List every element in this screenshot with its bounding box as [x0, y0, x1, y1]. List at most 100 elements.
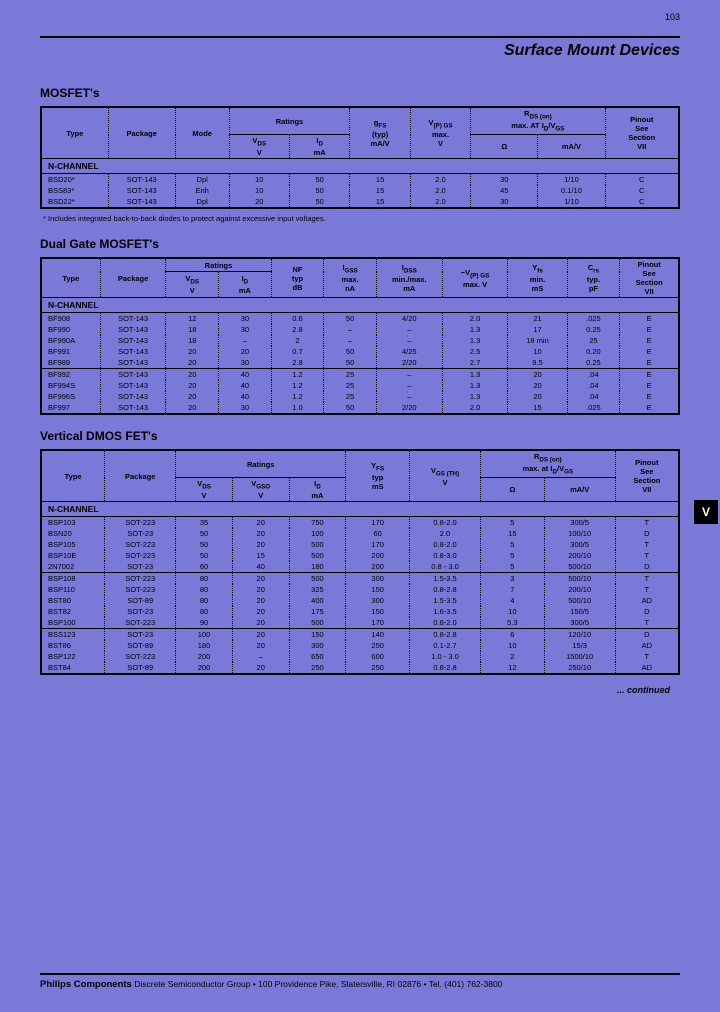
cell: E: [620, 380, 679, 391]
cell: 21: [508, 313, 567, 325]
cell: 20: [219, 346, 272, 357]
h-vds: VDSV: [166, 272, 219, 298]
cell: 0.1-2.7: [410, 640, 481, 651]
table-row: BST80SOT-8980204003001.5-3.54500/10AD: [41, 595, 679, 606]
cell: T: [615, 617, 679, 629]
cell: SOT-143: [100, 369, 166, 381]
cell: 2/20: [376, 402, 442, 414]
table-row: BSS83*SOT-143Enh1050152.0450.1/10C: [41, 185, 679, 196]
h-pinout: PinoutSeeSectionVII: [620, 258, 679, 298]
cell: BF990A: [41, 335, 100, 346]
cell: 170: [346, 539, 410, 550]
cell: E: [620, 346, 679, 357]
cell: 20: [166, 391, 219, 402]
cell: BSP103: [41, 517, 105, 529]
cell: D: [615, 606, 679, 617]
cell: 200/10: [544, 550, 615, 561]
cell: 5: [480, 561, 544, 573]
cell: 35: [176, 517, 233, 529]
cell: BSN20: [41, 528, 105, 539]
cell: 30: [219, 313, 272, 325]
cell: –: [376, 380, 442, 391]
cell: 45: [471, 185, 538, 196]
cell: 500: [289, 539, 346, 550]
mosfet-rows: BSD20*SOT-143Dpl1050152.0301/10CBSS83*SO…: [41, 174, 679, 209]
cell: 40: [219, 369, 272, 381]
table-row: BSN20SOT-235020100602.015100/10D: [41, 528, 679, 539]
cell: 1.3: [442, 335, 508, 346]
h-nf: NFtypdB: [271, 258, 324, 298]
table-row: BSP108SOT-22380205003001.5-3.53500/10T: [41, 573, 679, 585]
table-row: BSS123SOT-23100201501400.8-2.86120/10D: [41, 629, 679, 641]
cell: SOT-223: [105, 517, 176, 529]
cell: 100: [176, 629, 233, 641]
cell: SOT-143: [100, 324, 166, 335]
cell: 10: [508, 346, 567, 357]
cell: 2: [271, 335, 324, 346]
cell: 4/20: [376, 313, 442, 325]
cell: 20: [166, 402, 219, 414]
cell: 7: [480, 584, 544, 595]
cell: 250: [346, 662, 410, 674]
table-row: BF908SOT-14312300.6504/202.021.025E: [41, 313, 679, 325]
cell: C: [605, 174, 679, 186]
h-rds: RDS (on)max. AT ID/VGS: [471, 107, 605, 135]
table-row: BF992SOT-14320401.225–1.320.04E: [41, 369, 679, 381]
cell: SOT-143: [108, 196, 175, 208]
cell: 0.25: [567, 324, 620, 335]
cell: 200: [176, 662, 233, 674]
h-id: IDmA: [219, 272, 272, 298]
cell: 18: [166, 324, 219, 335]
cell: T: [615, 550, 679, 561]
cell: 250/10: [544, 662, 615, 674]
h-ohm: Ω: [480, 478, 544, 502]
cell: SOT-89: [105, 640, 176, 651]
cell: 6: [480, 629, 544, 641]
cell: 80: [176, 606, 233, 617]
cell: Enh: [175, 185, 229, 196]
cell: SOT-223: [105, 651, 176, 662]
footer-company: Philips Components: [40, 979, 132, 990]
cell: SOT-143: [100, 391, 166, 402]
h-yfs: YFStypmS: [346, 450, 410, 502]
cell: BSP108: [41, 573, 105, 585]
h-id: IDmA: [289, 478, 346, 502]
cell: .04: [567, 380, 620, 391]
h-type: Type: [41, 450, 105, 502]
cell: 0.1/10: [538, 185, 605, 196]
cell: 30: [219, 357, 272, 369]
cell: 25: [324, 369, 377, 381]
cell: SOT-89: [105, 595, 176, 606]
cell: 20: [232, 595, 289, 606]
cell: 0.25: [567, 357, 620, 369]
cell: 50: [324, 402, 377, 414]
cell: 0.7: [271, 346, 324, 357]
table-row: BF997SOT-14320301.0502/202.015.025E: [41, 402, 679, 414]
cell: 40: [232, 561, 289, 573]
cell: 4/25: [376, 346, 442, 357]
h-ratings: Ratings: [229, 107, 350, 135]
cell: T: [615, 651, 679, 662]
cell: E: [620, 313, 679, 325]
cell: 300: [289, 640, 346, 651]
cell: 500: [289, 617, 346, 629]
cell: 300: [346, 595, 410, 606]
cell: SOT-143: [100, 402, 166, 414]
dualgate-channel: N-CHANNEL: [41, 298, 679, 313]
cell: 300/5: [544, 517, 615, 529]
cell: 20: [166, 369, 219, 381]
cell: 1.2: [271, 380, 324, 391]
cell: .025: [567, 313, 620, 325]
cell: .04: [567, 369, 620, 381]
cell: 40: [219, 380, 272, 391]
h-igss: IGSSmax.nA: [324, 258, 377, 298]
cell: 20: [166, 380, 219, 391]
cell: 15/3: [544, 640, 615, 651]
cell: 1.3: [442, 391, 508, 402]
cell: 50: [324, 313, 377, 325]
cell: 2.0: [410, 528, 481, 539]
cell: 40: [219, 391, 272, 402]
h-crs: Crstyp.pF: [567, 258, 620, 298]
cell: 25: [324, 391, 377, 402]
cell: 1.5-3.5: [410, 595, 481, 606]
